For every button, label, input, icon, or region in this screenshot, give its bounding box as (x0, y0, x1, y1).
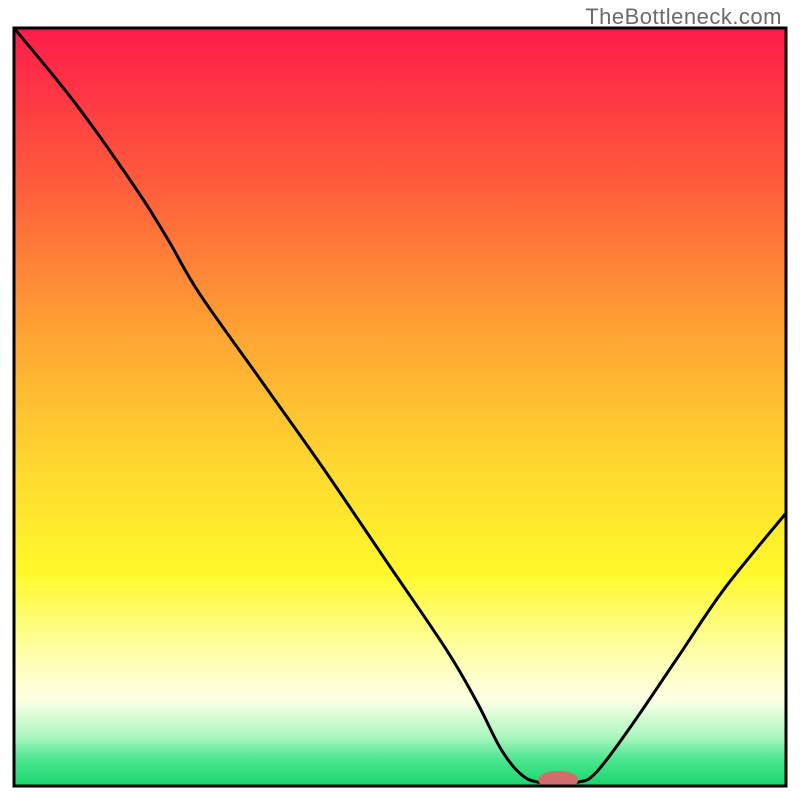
gradient-background (14, 28, 786, 786)
chart-svg (0, 0, 800, 800)
bottleneck-chart: TheBottleneck.com (0, 0, 800, 800)
watermark-text: TheBottleneck.com (585, 4, 782, 30)
